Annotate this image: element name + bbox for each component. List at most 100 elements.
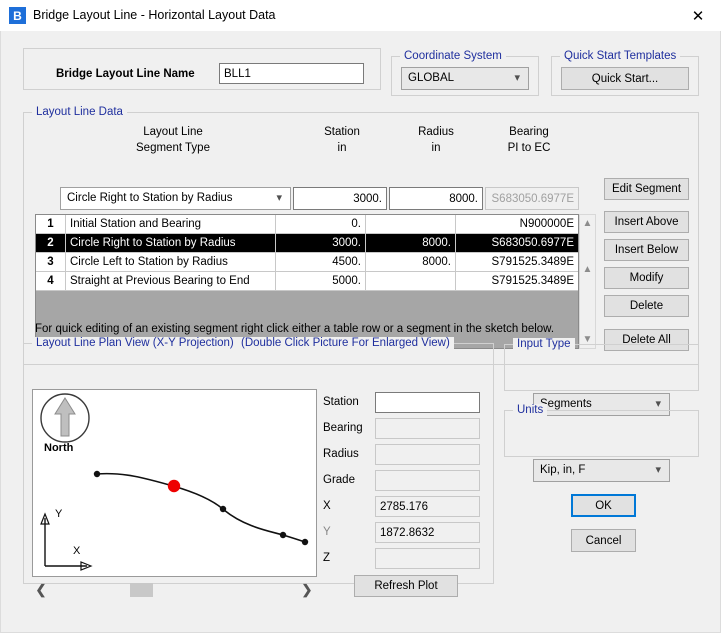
x-axis-label: X	[73, 545, 81, 557]
modify-button[interactable]: Modify	[604, 267, 689, 289]
layout-line-path	[96, 472, 306, 543]
row-bearing: N900000E	[519, 218, 574, 230]
plan-field-input-z	[375, 548, 480, 569]
compass-label: North	[44, 442, 74, 454]
plan-field-label-y: Y	[323, 526, 331, 538]
coordinate-system-select[interactable]: GLOBAL ▾	[401, 67, 529, 90]
row-segment-type: Initial Station and Bearing	[66, 215, 276, 233]
plan-field-input-grade	[375, 470, 480, 491]
row-number: 3	[36, 253, 66, 271]
header-station-line1: Station	[324, 126, 360, 138]
row-number: 4	[36, 272, 66, 290]
chevron-left-icon[interactable]: ❮	[32, 581, 50, 599]
table-row[interactable]: 1 Initial Station and Bearing 0. N900000E	[36, 215, 578, 234]
row-number: 1	[36, 215, 66, 233]
header-segment-type-line2: Segment Type	[136, 142, 210, 154]
plan-view-plot[interactable]: North Y X	[32, 389, 317, 577]
header-bearing-line2: PI to EC	[507, 142, 551, 154]
row-radius: 8000.	[366, 234, 456, 252]
plan-field-label-x: X	[323, 500, 331, 512]
layout-point-selected	[167, 479, 181, 493]
app-icon: B	[9, 7, 26, 24]
window-title: Bridge Layout Line - Horizontal Layout D…	[33, 8, 276, 22]
row-bearing: S791525.3489E	[491, 275, 575, 287]
layout-line-data-group-title: Layout Line Data	[32, 106, 127, 118]
plan-field-label-station: Station	[323, 396, 359, 408]
bridge-layout-line-name-label: Bridge Layout Line Name	[56, 68, 195, 80]
units-group: Units	[504, 404, 699, 457]
plan-view-scrollbar-thumb[interactable]	[130, 583, 153, 597]
row-station: 4500.	[276, 253, 366, 271]
layout-point-4	[279, 531, 287, 539]
units-select[interactable]: Kip, in, F ▾	[533, 459, 670, 482]
units-value: Kip, in, F	[540, 464, 586, 476]
close-icon[interactable]: ✕	[675, 0, 721, 31]
plan-field-label-radius: Radius	[323, 448, 359, 460]
row-segment-type: Circle Right to Station by Radius	[66, 234, 276, 252]
row-bearing: S791525.3489E	[491, 256, 575, 268]
segments-table-scrollbar[interactable]: ▲ ▲ ▼	[579, 214, 596, 349]
delete-button[interactable]: Delete	[604, 295, 689, 317]
header-radius-line2: in	[431, 142, 441, 154]
plan-field-input-radius	[375, 444, 480, 465]
row-station: 5000.	[276, 272, 366, 290]
row-station: 3000.	[276, 234, 366, 252]
layout-point-3	[219, 505, 227, 513]
row-segment-type: Straight at Previous Bearing to End	[66, 272, 276, 290]
table-row[interactable]: 4 Straight at Previous Bearing to End 5000…	[36, 272, 578, 291]
coordinate-system-value: GLOBAL	[408, 72, 455, 84]
insert-above-button[interactable]: Insert Above	[604, 211, 689, 233]
cancel-button[interactable]: Cancel	[571, 529, 636, 552]
row-station: 0.	[276, 215, 366, 233]
plan-field-label-grade: Grade	[323, 474, 355, 486]
plan-field-input-x: 2785.176	[375, 496, 480, 517]
plan-field-input-bearing	[375, 418, 480, 439]
row-segment-type: Circle Left to Station by Radius	[66, 253, 276, 271]
units-group-title: Units	[513, 404, 548, 416]
plan-field-input-station[interactable]	[375, 392, 480, 413]
chevron-down-icon: ▾	[514, 72, 520, 84]
header-segment-type-line1: Layout Line	[143, 126, 203, 138]
plan-view-scrollbar[interactable]: ❮ ❯	[32, 581, 317, 599]
quick-start-button[interactable]: Quick Start...	[561, 67, 689, 90]
header-radius-line1: Radius	[418, 126, 454, 138]
row-number: 2	[36, 234, 66, 252]
row-radius	[366, 272, 456, 290]
title-bar: B Bridge Layout Line - Horizontal Layout…	[0, 0, 721, 32]
coordinate-system-group-title: Coordinate System	[400, 50, 506, 62]
refresh-plot-button[interactable]: Refresh Plot	[354, 575, 458, 597]
layout-point-1	[93, 470, 101, 478]
plan-view-group-title-extra: (Double Click Picture For Enlarged View)	[237, 337, 454, 349]
radius-input[interactable]	[389, 187, 483, 210]
plan-field-label-bearing: Bearing	[323, 422, 363, 434]
bearing-readonly-field: S683050.6977E	[485, 187, 579, 210]
segment-type-value: Circle Right to Station by Radius	[67, 192, 233, 204]
chevron-down-icon: ▾	[655, 464, 661, 476]
row-radius: 8000.	[366, 253, 456, 271]
dialog-body: Bridge Layout Line Name Coordinate Syste…	[0, 31, 721, 633]
header-station-line2: in	[337, 142, 347, 154]
input-type-group: Input Type	[504, 338, 699, 391]
row-bearing: S683050.6977E	[491, 237, 575, 249]
editing-hint: For quick editing of an existing segment…	[35, 323, 555, 335]
chevron-right-icon[interactable]: ❯	[298, 581, 316, 599]
row-radius	[366, 215, 456, 233]
input-type-group-title: Input Type	[513, 338, 575, 350]
table-row[interactable]: 3 Circle Left to Station by Radius 4500. 80…	[36, 253, 578, 272]
segment-type-select[interactable]: Circle Right to Station by Radius ▾	[60, 187, 291, 210]
y-axis-label: Y	[55, 508, 63, 520]
insert-below-button[interactable]: Insert Below	[604, 239, 689, 261]
scroll-up-icon[interactable]: ▲	[580, 216, 595, 231]
plan-view-group-title: Layout Line Plan View (X-Y Projection)	[32, 337, 238, 349]
scroll-up-small-icon[interactable]: ▲	[580, 262, 595, 277]
table-row[interactable]: 2 Circle Right to Station by Radius 3000. 8…	[36, 234, 578, 253]
layout-point-5	[301, 538, 309, 546]
edit-segment-button[interactable]: Edit Segment	[604, 178, 689, 200]
quick-start-templates-group-title: Quick Start Templates	[560, 50, 681, 62]
station-input[interactable]	[293, 187, 387, 210]
input-type-value: Segments	[540, 398, 592, 410]
bridge-layout-line-name-input[interactable]	[219, 63, 364, 84]
plan-field-input-y: 1872.8632	[375, 522, 480, 543]
plan-field-label-z: Z	[323, 552, 331, 564]
ok-button[interactable]: OK	[571, 494, 636, 517]
